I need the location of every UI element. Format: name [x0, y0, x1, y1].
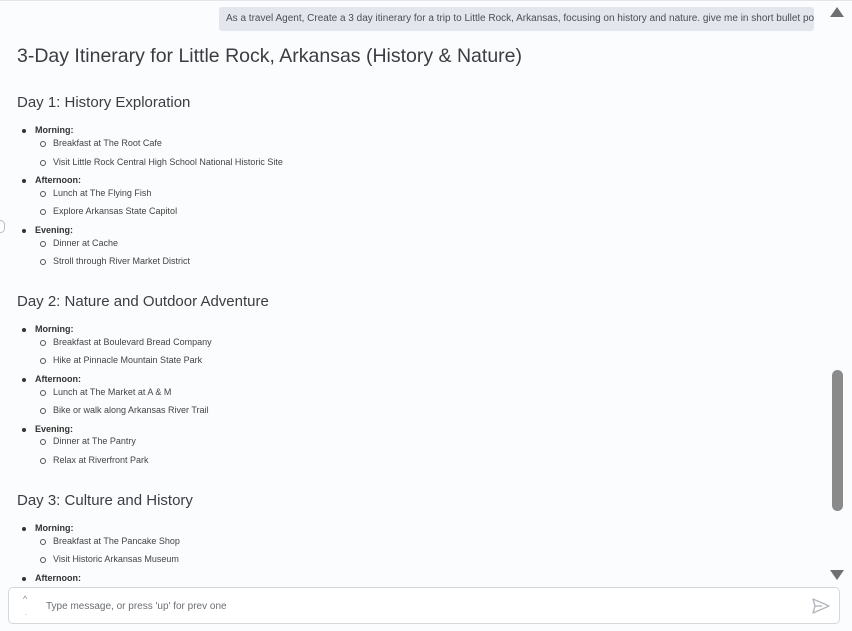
- list-item: Visit Historic Arkansas Museum: [40, 554, 179, 564]
- period-label: Morning:: [22, 324, 74, 334]
- itinerary-title: 3-Day Itinerary for Little Rock, Arkansa…: [17, 45, 522, 67]
- sidebar-toggle-handle[interactable]: [0, 220, 5, 233]
- scroll-down-arrow-icon[interactable]: [830, 570, 844, 580]
- list-item: Breakfast at Boulevard Bread Company: [40, 337, 212, 347]
- send-button[interactable]: [812, 598, 830, 614]
- history-up-icon[interactable]: ^: [23, 594, 27, 604]
- period-label: Afternoon:: [22, 573, 81, 583]
- list-item: Hike at Pinnacle Mountain State Park: [39, 355, 203, 365]
- period-label: Afternoon:: [22, 374, 81, 384]
- day-title: Day 2: Nature and Outdoor Adventure: [17, 293, 269, 310]
- list-item: Dinner at The Pantry: [40, 436, 136, 446]
- period-label: Morning:: [22, 523, 74, 533]
- day-title: Day 1: History Exploration: [17, 94, 191, 111]
- list-item: Relax at Riverfront Park: [40, 455, 149, 465]
- list-item: Dinner at Cache: [39, 238, 119, 248]
- list-item: Lunch at The Flying Fish: [39, 188, 152, 198]
- scrollbar-thumb[interactable]: [832, 370, 843, 511]
- list-item: Bike or walk along Arkansas River Trail: [40, 405, 209, 415]
- period-label: Evening:: [21, 225, 74, 235]
- list-item: Visit Little Rock Central High School Na…: [40, 157, 283, 167]
- message-input[interactable]: [46, 597, 746, 615]
- day-title: Day 3: Culture and History: [17, 492, 193, 509]
- period-label: Afternoon:: [22, 175, 81, 185]
- send-icon: [812, 598, 830, 614]
- period-label: Morning:: [22, 125, 74, 135]
- period-label: Evening:: [21, 424, 74, 434]
- assistant-response: 3-Day Itinerary for Little Rock, Arkansa…: [17, 0, 817, 583]
- message-composer: ^ .: [8, 587, 840, 624]
- list-item: Stroll through River Market District: [39, 256, 191, 266]
- scroll-up-arrow-icon[interactable]: [830, 7, 844, 17]
- list-item: Explore Arkansas State Capitol: [39, 206, 178, 216]
- list-item: Lunch at The Market at A & M: [39, 387, 172, 397]
- list-item: Breakfast at The Pancake Shop: [40, 536, 180, 546]
- history-indicator: .: [25, 608, 28, 617]
- list-item: Breakfast at The Root Cafe: [40, 138, 162, 148]
